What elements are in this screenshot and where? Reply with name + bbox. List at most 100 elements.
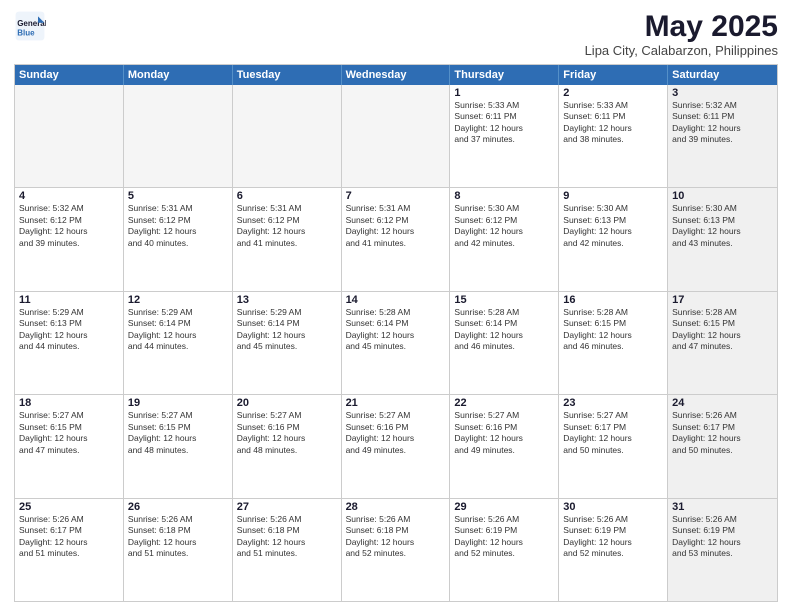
- day-number: 18: [19, 397, 119, 409]
- day-number: 4: [19, 190, 119, 202]
- calendar-header-cell: Sunday: [15, 65, 124, 85]
- page-subtitle: Lipa City, Calabarzon, Philippines: [585, 43, 778, 58]
- calendar-cell: 11Sunrise: 5:29 AM Sunset: 6:13 PM Dayli…: [15, 292, 124, 394]
- calendar-cell: 23Sunrise: 5:27 AM Sunset: 6:17 PM Dayli…: [559, 395, 668, 497]
- day-number: 20: [237, 397, 337, 409]
- calendar-cell: 18Sunrise: 5:27 AM Sunset: 6:15 PM Dayli…: [15, 395, 124, 497]
- calendar-cell: 24Sunrise: 5:26 AM Sunset: 6:17 PM Dayli…: [668, 395, 777, 497]
- calendar-cell: 7Sunrise: 5:31 AM Sunset: 6:12 PM Daylig…: [342, 188, 451, 290]
- day-info: Sunrise: 5:31 AM Sunset: 6:12 PM Dayligh…: [128, 203, 228, 249]
- calendar-cell: 20Sunrise: 5:27 AM Sunset: 6:16 PM Dayli…: [233, 395, 342, 497]
- calendar-cell: [233, 85, 342, 187]
- day-number: 7: [346, 190, 446, 202]
- day-info: Sunrise: 5:31 AM Sunset: 6:12 PM Dayligh…: [237, 203, 337, 249]
- calendar-row: 11Sunrise: 5:29 AM Sunset: 6:13 PM Dayli…: [15, 291, 777, 394]
- calendar-cell: 17Sunrise: 5:28 AM Sunset: 6:15 PM Dayli…: [668, 292, 777, 394]
- day-info: Sunrise: 5:26 AM Sunset: 6:17 PM Dayligh…: [19, 514, 119, 560]
- calendar-header-cell: Wednesday: [342, 65, 451, 85]
- calendar-cell: 10Sunrise: 5:30 AM Sunset: 6:13 PM Dayli…: [668, 188, 777, 290]
- calendar-cell: 4Sunrise: 5:32 AM Sunset: 6:12 PM Daylig…: [15, 188, 124, 290]
- calendar-row: 25Sunrise: 5:26 AM Sunset: 6:17 PM Dayli…: [15, 498, 777, 601]
- day-info: Sunrise: 5:26 AM Sunset: 6:18 PM Dayligh…: [346, 514, 446, 560]
- calendar-cell: 5Sunrise: 5:31 AM Sunset: 6:12 PM Daylig…: [124, 188, 233, 290]
- day-info: Sunrise: 5:30 AM Sunset: 6:12 PM Dayligh…: [454, 203, 554, 249]
- day-number: 9: [563, 190, 663, 202]
- calendar-cell: 30Sunrise: 5:26 AM Sunset: 6:19 PM Dayli…: [559, 499, 668, 601]
- day-info: Sunrise: 5:26 AM Sunset: 6:19 PM Dayligh…: [672, 514, 773, 560]
- calendar-cell: 12Sunrise: 5:29 AM Sunset: 6:14 PM Dayli…: [124, 292, 233, 394]
- calendar-row: 18Sunrise: 5:27 AM Sunset: 6:15 PM Dayli…: [15, 394, 777, 497]
- calendar-cell: 21Sunrise: 5:27 AM Sunset: 6:16 PM Dayli…: [342, 395, 451, 497]
- calendar-cell: 3Sunrise: 5:32 AM Sunset: 6:11 PM Daylig…: [668, 85, 777, 187]
- day-info: Sunrise: 5:26 AM Sunset: 6:17 PM Dayligh…: [672, 410, 773, 456]
- calendar-row: 1Sunrise: 5:33 AM Sunset: 6:11 PM Daylig…: [15, 85, 777, 187]
- day-number: 21: [346, 397, 446, 409]
- calendar-cell: 9Sunrise: 5:30 AM Sunset: 6:13 PM Daylig…: [559, 188, 668, 290]
- calendar-cell: 2Sunrise: 5:33 AM Sunset: 6:11 PM Daylig…: [559, 85, 668, 187]
- calendar-cell: 28Sunrise: 5:26 AM Sunset: 6:18 PM Dayli…: [342, 499, 451, 601]
- day-info: Sunrise: 5:27 AM Sunset: 6:15 PM Dayligh…: [128, 410, 228, 456]
- day-info: Sunrise: 5:29 AM Sunset: 6:14 PM Dayligh…: [237, 307, 337, 353]
- day-info: Sunrise: 5:27 AM Sunset: 6:15 PM Dayligh…: [19, 410, 119, 456]
- day-number: 5: [128, 190, 228, 202]
- calendar-header-cell: Monday: [124, 65, 233, 85]
- day-info: Sunrise: 5:26 AM Sunset: 6:18 PM Dayligh…: [237, 514, 337, 560]
- day-info: Sunrise: 5:32 AM Sunset: 6:12 PM Dayligh…: [19, 203, 119, 249]
- page: General Blue General Blue May 2025 Lipa …: [0, 0, 792, 612]
- calendar-cell: 22Sunrise: 5:27 AM Sunset: 6:16 PM Dayli…: [450, 395, 559, 497]
- day-info: Sunrise: 5:27 AM Sunset: 6:17 PM Dayligh…: [563, 410, 663, 456]
- calendar-cell: [15, 85, 124, 187]
- calendar-cell: [342, 85, 451, 187]
- calendar-cell: 15Sunrise: 5:28 AM Sunset: 6:14 PM Dayli…: [450, 292, 559, 394]
- calendar-cell: 19Sunrise: 5:27 AM Sunset: 6:15 PM Dayli…: [124, 395, 233, 497]
- day-info: Sunrise: 5:30 AM Sunset: 6:13 PM Dayligh…: [563, 203, 663, 249]
- day-number: 16: [563, 294, 663, 306]
- day-info: Sunrise: 5:29 AM Sunset: 6:13 PM Dayligh…: [19, 307, 119, 353]
- day-info: Sunrise: 5:31 AM Sunset: 6:12 PM Dayligh…: [346, 203, 446, 249]
- calendar-cell: 16Sunrise: 5:28 AM Sunset: 6:15 PM Dayli…: [559, 292, 668, 394]
- day-info: Sunrise: 5:28 AM Sunset: 6:15 PM Dayligh…: [672, 307, 773, 353]
- calendar-cell: 31Sunrise: 5:26 AM Sunset: 6:19 PM Dayli…: [668, 499, 777, 601]
- calendar-header-cell: Friday: [559, 65, 668, 85]
- day-number: 17: [672, 294, 773, 306]
- day-number: 22: [454, 397, 554, 409]
- day-info: Sunrise: 5:33 AM Sunset: 6:11 PM Dayligh…: [454, 100, 554, 146]
- day-number: 30: [563, 501, 663, 513]
- day-info: Sunrise: 5:28 AM Sunset: 6:14 PM Dayligh…: [346, 307, 446, 353]
- day-number: 31: [672, 501, 773, 513]
- day-info: Sunrise: 5:32 AM Sunset: 6:11 PM Dayligh…: [672, 100, 773, 146]
- day-number: 28: [346, 501, 446, 513]
- calendar-header-cell: Thursday: [450, 65, 559, 85]
- day-info: Sunrise: 5:29 AM Sunset: 6:14 PM Dayligh…: [128, 307, 228, 353]
- day-number: 10: [672, 190, 773, 202]
- day-info: Sunrise: 5:27 AM Sunset: 6:16 PM Dayligh…: [237, 410, 337, 456]
- header: General Blue General Blue May 2025 Lipa …: [14, 10, 778, 58]
- day-number: 23: [563, 397, 663, 409]
- title-block: May 2025 Lipa City, Calabarzon, Philippi…: [585, 10, 778, 58]
- day-number: 3: [672, 87, 773, 99]
- day-number: 1: [454, 87, 554, 99]
- calendar-cell: 26Sunrise: 5:26 AM Sunset: 6:18 PM Dayli…: [124, 499, 233, 601]
- calendar-cell: [124, 85, 233, 187]
- day-info: Sunrise: 5:26 AM Sunset: 6:18 PM Dayligh…: [128, 514, 228, 560]
- calendar-row: 4Sunrise: 5:32 AM Sunset: 6:12 PM Daylig…: [15, 187, 777, 290]
- calendar-body: 1Sunrise: 5:33 AM Sunset: 6:11 PM Daylig…: [15, 85, 777, 601]
- calendar-cell: 14Sunrise: 5:28 AM Sunset: 6:14 PM Dayli…: [342, 292, 451, 394]
- calendar-cell: 6Sunrise: 5:31 AM Sunset: 6:12 PM Daylig…: [233, 188, 342, 290]
- calendar-cell: 8Sunrise: 5:30 AM Sunset: 6:12 PM Daylig…: [450, 188, 559, 290]
- day-number: 29: [454, 501, 554, 513]
- day-number: 8: [454, 190, 554, 202]
- day-info: Sunrise: 5:30 AM Sunset: 6:13 PM Dayligh…: [672, 203, 773, 249]
- day-info: Sunrise: 5:26 AM Sunset: 6:19 PM Dayligh…: [563, 514, 663, 560]
- calendar-cell: 27Sunrise: 5:26 AM Sunset: 6:18 PM Dayli…: [233, 499, 342, 601]
- day-number: 6: [237, 190, 337, 202]
- day-number: 13: [237, 294, 337, 306]
- calendar-header-cell: Saturday: [668, 65, 777, 85]
- calendar-header-cell: Tuesday: [233, 65, 342, 85]
- day-number: 12: [128, 294, 228, 306]
- day-number: 15: [454, 294, 554, 306]
- calendar-header: SundayMondayTuesdayWednesdayThursdayFrid…: [15, 65, 777, 85]
- calendar-cell: 29Sunrise: 5:26 AM Sunset: 6:19 PM Dayli…: [450, 499, 559, 601]
- calendar-cell: 13Sunrise: 5:29 AM Sunset: 6:14 PM Dayli…: [233, 292, 342, 394]
- logo: General Blue General Blue: [14, 10, 46, 42]
